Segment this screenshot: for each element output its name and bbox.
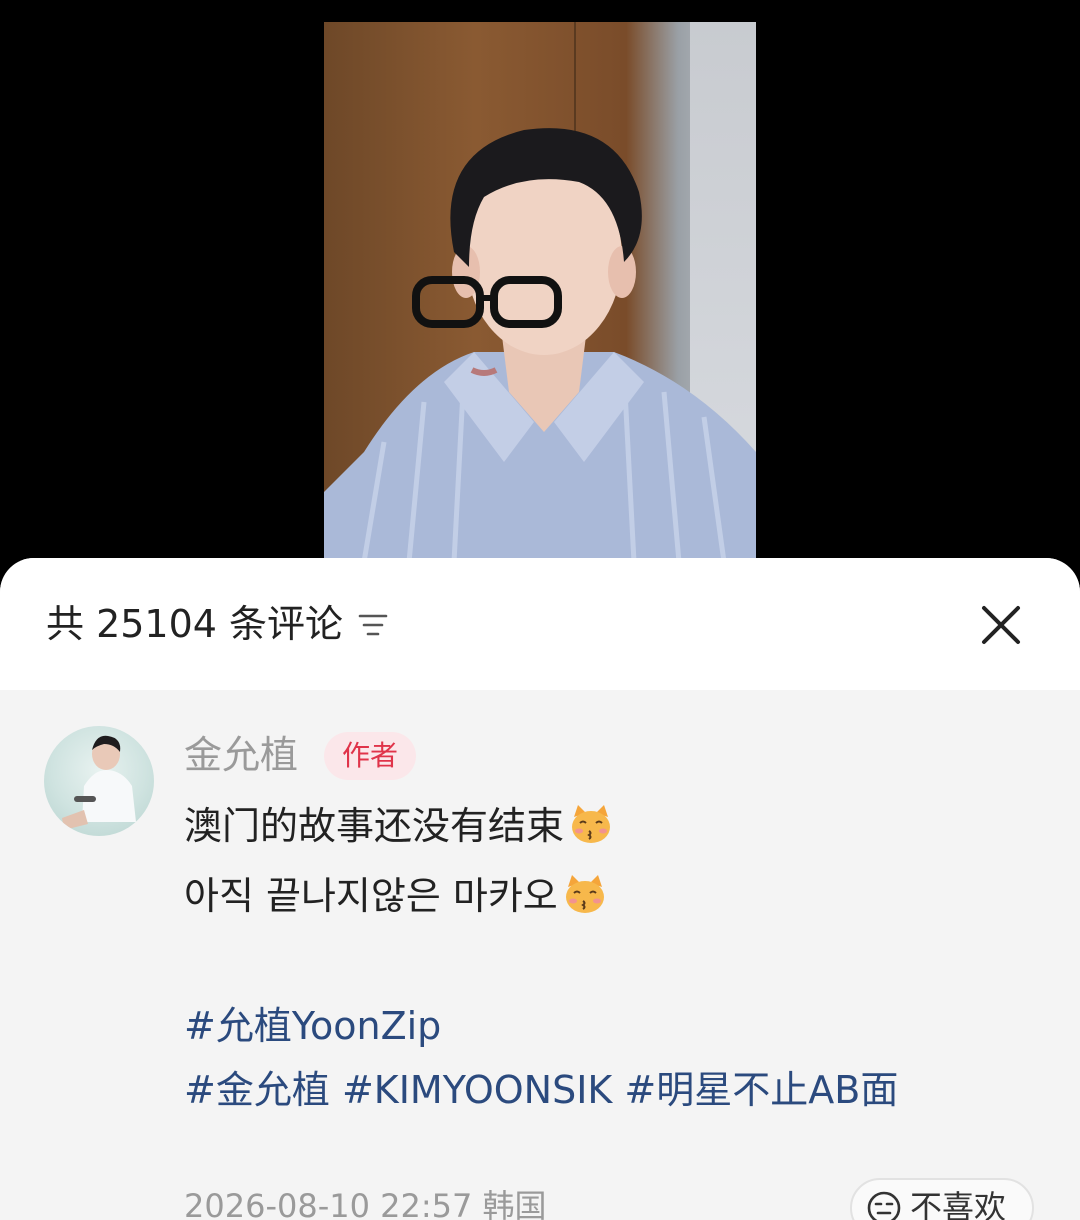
video-frame-photo	[324, 22, 756, 562]
person-illustration	[324, 128, 756, 562]
sort-lines-icon[interactable]	[358, 612, 388, 638]
avatar-person-image	[62, 735, 136, 830]
hashtag-line-1: #允植YoonZip	[184, 1000, 441, 1052]
comment-text-zh: 澳门的故事还没有结束	[184, 804, 565, 848]
hashtag-yoonzip[interactable]: #允植YoonZip	[184, 1004, 441, 1048]
comment-text-ko: 아직 끝나지않은 마카오	[184, 874, 558, 918]
comment-text-line-2: 아직 끝나지않은 마카오	[184, 870, 608, 922]
dislike-label: 不喜欢	[910, 1188, 1007, 1220]
hashtag-star-ab-side[interactable]: #明星不止AB面	[624, 1068, 898, 1112]
hashtag-kim-yoonsik-zh[interactable]: #金允植	[184, 1068, 330, 1112]
hashtag-kimyoonsik[interactable]: #KIMYOONSIK	[342, 1068, 612, 1112]
neutral-face-icon	[867, 1191, 901, 1220]
dislike-button[interactable]: 不喜欢	[850, 1178, 1034, 1220]
kissing-cat-emoji-icon	[565, 875, 604, 913]
video-player[interactable]	[0, 0, 1080, 580]
author-avatar[interactable]	[44, 726, 154, 836]
close-icon[interactable]	[978, 602, 1024, 648]
author-badge: 作者	[324, 732, 417, 780]
comment-meta-date-location: 2026-08-10 22:57 韩国	[184, 1187, 547, 1220]
comments-count-title: 共 25104 条评论	[46, 602, 344, 646]
comments-sheet: 共 25104 条评论 金允植 作者 澳门的故事还没有结束 아직 끝나지않은 마…	[0, 558, 1080, 1220]
author-name[interactable]: 金允植	[184, 730, 298, 780]
kissing-cat-emoji-icon	[572, 805, 611, 843]
comment-text-line-1: 澳门的故事还没有结束	[184, 800, 614, 852]
comments-header: 共 25104 条评论	[0, 558, 1080, 690]
hashtag-line-2: #金允植 #KIMYOONSIK #明星不止AB面	[184, 1064, 898, 1116]
